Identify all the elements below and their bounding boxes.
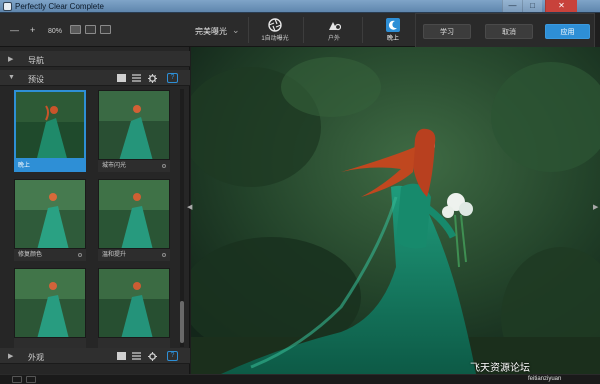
preset-thumbnail	[98, 90, 170, 160]
preset-scrollbar[interactable]	[180, 89, 184, 347]
preset-caption: 修复颜色	[14, 249, 86, 261]
moon-icon	[388, 20, 397, 30]
expand-arrow-icon[interactable]: ▶	[8, 352, 13, 360]
preset-thumbnail-image	[99, 269, 169, 337]
photo-canvas[interactable]	[191, 47, 600, 374]
tool-outdoor[interactable]: 户外	[309, 15, 359, 45]
tool-night-highlight	[386, 18, 400, 32]
preset-item[interactable]: 晚上	[14, 90, 86, 172]
undo-icon[interactable]	[12, 376, 22, 383]
redo-icon[interactable]	[26, 376, 36, 383]
preset-thumbnail-image	[15, 269, 85, 337]
zoom-level: 80%	[48, 28, 63, 35]
side-by-side-view-button[interactable]	[100, 25, 111, 34]
preset-indicator-icon	[78, 253, 82, 257]
preset-thumbnail-image	[99, 180, 169, 248]
top-toolbar: — + 80% 完美曝光 ⌄ 1自动曝光 户外 晚上	[0, 13, 415, 47]
preset-item[interactable]: 修复颜色	[14, 179, 86, 261]
preset-name: 晚上	[18, 163, 31, 169]
preset-thumbnail	[14, 179, 86, 249]
maximize-button[interactable]: □	[522, 0, 542, 12]
help-icon[interactable]: ?	[167, 351, 178, 361]
close-button[interactable]: ✕	[545, 0, 577, 12]
preset-thumbnail	[14, 268, 86, 338]
window-title: Perfectly Clear Complete	[15, 2, 104, 11]
presets-label: 预设	[28, 75, 44, 84]
tool-night[interactable]: 晚上	[368, 15, 418, 45]
toolbar-divider	[362, 17, 363, 43]
preset-item[interactable]: 城市闪光	[98, 90, 170, 172]
collapse-left-panel-arrow-icon[interactable]: ◀	[187, 203, 192, 211]
gear-icon[interactable]	[148, 74, 157, 83]
title-bar: Perfectly Clear Complete — □ ✕	[0, 0, 600, 13]
watermark-text: 飞天资源论坛	[470, 363, 530, 374]
looks-label: 外观	[28, 353, 44, 362]
preset-item[interactable]	[98, 268, 170, 349]
expand-arrow-icon[interactable]: ▶	[8, 55, 13, 63]
scrollbar-thumb[interactable]	[180, 301, 184, 343]
preset-name: 城市闪光	[102, 163, 127, 169]
list-view-icon[interactable]	[132, 352, 141, 360]
toolbar-divider	[303, 17, 304, 43]
preset-item[interactable]: 温和提升	[98, 179, 170, 261]
grid-view-icon[interactable]	[117, 74, 126, 82]
grid-view-icon[interactable]	[117, 352, 126, 360]
navigator-section-header[interactable]: ▶ 导航	[0, 51, 190, 67]
preset-thumbnail-image	[99, 91, 169, 159]
chevron-down-icon[interactable]: ⌄	[232, 25, 240, 36]
looks-section-header[interactable]: ▶ 外观 ?	[0, 348, 190, 364]
cancel-button[interactable]: 取消	[485, 24, 533, 39]
split-view-button[interactable]	[85, 25, 96, 34]
preset-item[interactable]	[14, 268, 86, 349]
watermark-subtext: feitianziyuan	[528, 376, 562, 382]
apply-button[interactable]: 应用	[545, 24, 590, 39]
photo-image	[191, 47, 600, 374]
preset-caption: 晚上	[14, 160, 86, 172]
app-icon	[3, 2, 12, 11]
zoom-out-button[interactable]: —	[10, 25, 19, 35]
tool-auto-exposure-label: 1自动曝光	[261, 36, 289, 42]
gear-icon[interactable]	[148, 352, 157, 361]
status-bar: feitianziyuan	[0, 374, 600, 384]
tool-outdoor-label: 户外	[327, 36, 340, 42]
navigator-label: 导航	[28, 56, 44, 65]
list-view-icon[interactable]	[132, 74, 141, 82]
preset-indicator-icon	[162, 164, 166, 168]
preset-grid: 晚上 城市闪光 修复颜色 温和提升	[0, 87, 190, 349]
preset-thumbnail	[98, 268, 170, 338]
preset-thumbnail-image	[16, 92, 84, 158]
preset-name: 温和提升	[102, 252, 127, 258]
single-view-button[interactable]	[70, 25, 81, 34]
preset-caption: 温和提升	[98, 249, 170, 261]
aperture-icon	[268, 18, 282, 32]
preset-caption: 城市闪光	[98, 160, 170, 172]
zoom-in-button[interactable]: +	[30, 25, 35, 35]
preset-thumbnail	[98, 179, 170, 249]
tool-auto-exposure[interactable]: 1自动曝光	[250, 15, 300, 45]
preset-thumbnail	[14, 90, 86, 160]
minimize-button[interactable]: —	[502, 0, 522, 12]
current-preset-name[interactable]: 完美曝光	[195, 26, 227, 37]
left-panel: ▶ 导航 ▼ 预设 ? 晚上 城市闪光 修复颜色 温和提升 ▶ 外观 ?	[0, 47, 190, 374]
collapse-right-panel-arrow-icon[interactable]: ▶	[593, 203, 598, 211]
presets-section-header[interactable]: ▼ 预设 ?	[0, 70, 190, 86]
toolbar-divider	[248, 17, 249, 43]
preset-indicator-icon	[162, 253, 166, 257]
tool-night-label: 晚上	[386, 36, 399, 42]
collapse-arrow-icon[interactable]: ▼	[8, 74, 15, 81]
learn-button[interactable]: 学习	[423, 24, 471, 39]
outdoor-icon	[329, 22, 341, 31]
preset-thumbnail-image	[15, 180, 85, 248]
help-icon[interactable]: ?	[167, 73, 178, 83]
preset-name: 修复颜色	[18, 252, 43, 258]
